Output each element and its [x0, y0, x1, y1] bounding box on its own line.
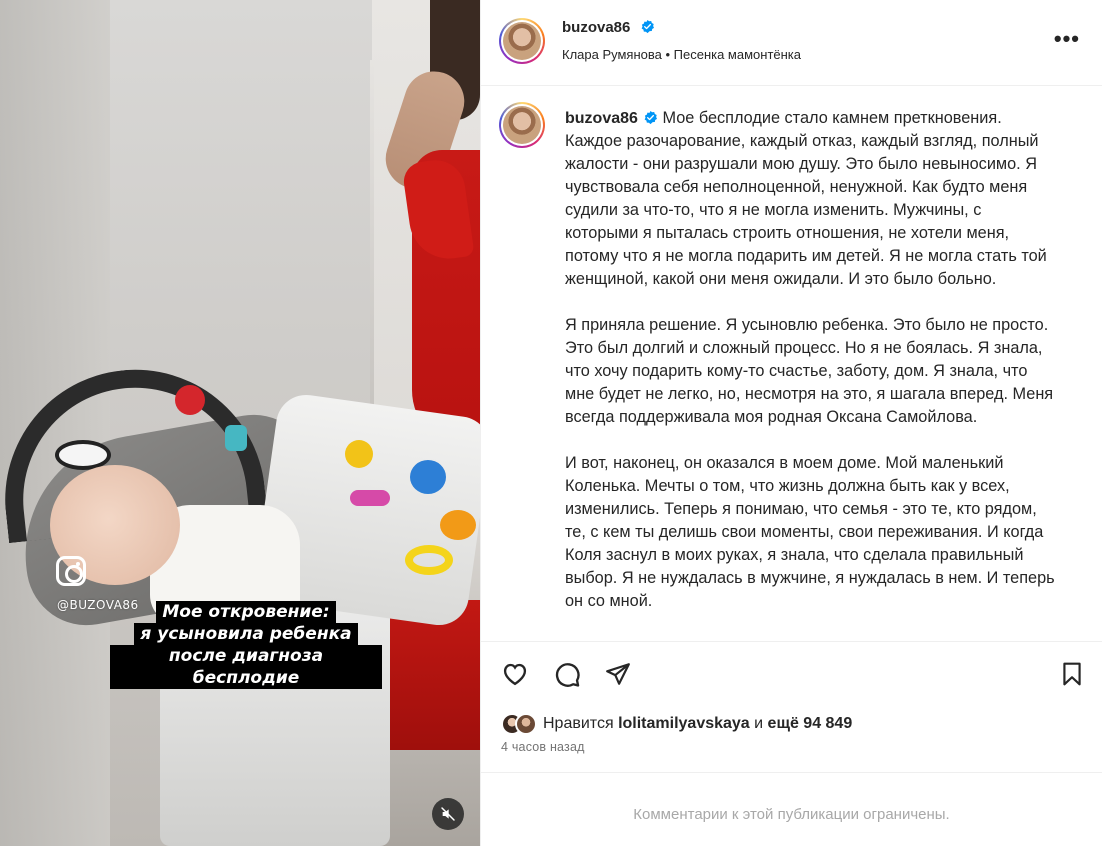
author-name-row: buzova86 [562, 19, 655, 37]
caption-author-avatar[interactable] [499, 102, 545, 148]
author-avatar[interactable] [499, 18, 545, 64]
liker-username[interactable]: lolitamilyavskaya [618, 715, 750, 732]
media-background [175, 385, 205, 415]
comments-restricted-notice: Комментарии к этой публикации ограничены… [633, 806, 950, 823]
liker-avatar [515, 713, 537, 735]
mute-icon [441, 807, 455, 821]
divider [481, 772, 1102, 773]
verified-icon [641, 19, 654, 34]
comment-icon [555, 663, 580, 687]
media-background [350, 490, 390, 506]
caption-username[interactable]: buzova86 [565, 110, 638, 127]
media-caption-line: Мое откровение: [156, 601, 336, 623]
bookmark-icon [1063, 662, 1081, 686]
media-background [345, 440, 373, 468]
post-media[interactable]: @BUZOVA86 Мое откровение: я усыновила ре… [0, 0, 480, 846]
audio-track-link[interactable]: Клара Румянова • Песенка мамонтёнка [562, 47, 801, 62]
media-caption-overlay: Мое откровение: я усыновила ребенка посл… [110, 601, 382, 689]
instagram-icon [56, 556, 86, 586]
media-caption-line: после диагноза бесплодие [110, 645, 382, 689]
comments-scroll-area[interactable]: buzova86 Мое бесплодие стало камнем прет… [481, 87, 1102, 640]
likes-summary[interactable]: Нравится lolitamilyavskaya и ещё 94 849 [501, 710, 852, 738]
like-button[interactable] [499, 658, 531, 690]
media-caption-line: я усыновила ребенка [134, 623, 358, 645]
verified-icon [644, 110, 657, 125]
post-timestamp[interactable]: 4 часов назад [501, 740, 585, 754]
caption-text: Мое бесплодие стало камнем преткновения.… [565, 109, 1055, 610]
media-background [405, 545, 453, 575]
mute-button[interactable] [432, 798, 464, 830]
media-background [440, 510, 476, 540]
share-icon [606, 663, 630, 685]
media-background [410, 460, 446, 494]
more-icon: ••• [1053, 26, 1080, 51]
likes-count[interactable]: ещё 94 849 [768, 715, 853, 732]
comment-button[interactable] [551, 658, 583, 690]
heart-icon [503, 663, 527, 686]
save-button[interactable] [1056, 658, 1088, 690]
post-header: buzova86 Клара Румянова • Песенка мамонт… [481, 0, 1102, 86]
likes-text: Нравится lolitamilyavskaya и ещё 94 849 [543, 715, 853, 732]
author-username[interactable]: buzova86 [562, 19, 630, 36]
media-background [225, 425, 247, 451]
post-caption: buzova86 Мое бесплодие стало камнем прет… [565, 107, 1055, 613]
share-button[interactable] [602, 658, 634, 690]
more-options-button[interactable]: ••• [1054, 28, 1080, 50]
post-details-panel: buzova86 Клара Румянова • Песенка мамонт… [480, 0, 1102, 846]
